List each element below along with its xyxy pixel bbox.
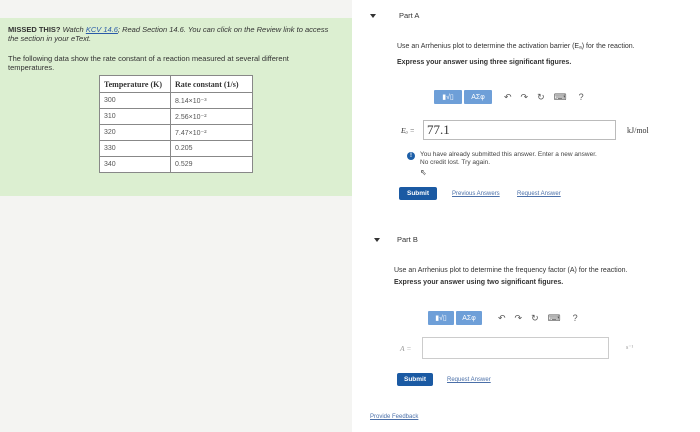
a-unit: s⁻¹ [626,345,634,351]
a-label: A = [400,343,412,353]
missed-this-box: MISSED THIS? Watch KCV 14.6; Read Sectio… [0,18,352,196]
undo-icon[interactable]: ↶ [504,92,512,103]
cell-rate: 0.529 [170,156,253,173]
cell-temperature: 320 [99,124,171,141]
part-b-label: Part B [397,235,418,244]
missed-this-text: MISSED THIS? Watch KCV 14.6; Read Sectio… [8,25,338,43]
a-answer-input[interactable] [422,337,609,359]
cell-temperature: 310 [99,108,171,125]
left-panel: MISSED THIS? Watch KCV 14.6; Read Sectio… [0,0,352,432]
table-row: 330 0.205 [99,140,253,157]
symbols-button[interactable]: ΑΣφ [464,90,492,104]
keyboard-icon[interactable]: ⌨ [548,313,561,324]
table-row: 320 7.47×10⁻² [99,124,253,141]
cell-temperature: 330 [99,140,171,157]
part-a-submit-button[interactable]: Submit [399,187,437,200]
table-row: 310 2.56×10⁻² [99,108,253,125]
cell-rate: 0.205 [170,140,253,157]
data-table: Temperature (K) Rate constant (1/s) 300 8… [99,75,253,173]
part-b-submit-button[interactable]: Submit [397,373,433,386]
templates-button[interactable]: ▮√▯ [434,90,462,104]
symbols-button[interactable]: ΑΣφ [456,311,482,325]
part-a-answer-row: Eₐ = 77.1 [401,120,616,140]
part-b-answer-row: A = [400,337,609,359]
part-a-toolbar: ▮√▯ ΑΣφ ↶ ↷ ↻ ⌨ ? [434,90,584,104]
part-a-instruction: Express your answer using three signific… [397,59,572,66]
part-b-request-answer-link[interactable]: Request Answer [447,377,491,383]
mouse-cursor-icon: ⇖ [420,168,427,177]
ea-label: Eₐ = [401,125,415,135]
reset-icon[interactable]: ↻ [537,92,545,103]
part-a-collapse-icon[interactable] [370,14,376,18]
table-row: 340 0.529 [99,156,253,173]
warning-line-1: You have already submitted this answer. … [420,151,597,158]
part-b-toolbar: ▮√▯ ΑΣφ ↶ ↷ ↻ ⌨ ? [428,311,578,325]
part-b-collapse-icon[interactable] [374,238,380,242]
submission-warning: ! You have already submitted this answer… [407,151,597,167]
previous-answers-link[interactable]: Previous Answers [452,191,500,197]
keyboard-icon[interactable]: ⌨ [554,92,567,103]
part-a-request-answer-link[interactable]: Request Answer [517,191,561,197]
watch-text: Watch [60,25,86,34]
ea-unit: kJ/mol [627,126,649,135]
part-a-label: Part A [399,11,420,20]
ea-answer-input[interactable]: 77.1 [423,120,616,140]
cell-rate: 7.47×10⁻² [170,124,253,141]
reset-icon[interactable]: ↻ [531,313,539,324]
part-b-question: Use an Arrhenius plot to determine the f… [394,267,628,274]
warning-line-2: No credit lost. Try again. [420,159,491,166]
cell-temperature: 340 [99,156,171,173]
intro-text: The following data show the rate constan… [8,54,289,72]
info-icon: ! [407,152,415,160]
table-row: 300 8.14×10⁻³ [99,92,253,109]
header-temperature: Temperature (K) [99,75,171,93]
redo-icon[interactable]: ↷ [521,92,529,103]
cell-rate: 8.14×10⁻³ [170,92,253,109]
help-icon[interactable]: ? [579,92,584,102]
right-panel: Part A Use an Arrhenius plot to determin… [352,0,700,432]
redo-icon[interactable]: ↷ [515,313,523,324]
provide-feedback-link[interactable]: Provide Feedback [370,414,418,420]
missed-this-heading: MISSED THIS? [8,25,61,34]
help-icon[interactable]: ? [573,313,578,323]
templates-button[interactable]: ▮√▯ [428,311,454,325]
table-header-row: Temperature (K) Rate constant (1/s) [99,75,253,93]
cell-rate: 2.56×10⁻² [170,108,253,125]
part-b-instruction: Express your answer using two significan… [394,279,564,286]
part-a-question: Use an Arrhenius plot to determine the a… [397,43,635,50]
cell-temperature: 300 [99,92,171,109]
kcv-link[interactable]: KCV 14.6 [86,25,118,34]
header-rate-constant: Rate constant (1/s) [170,75,253,93]
undo-icon[interactable]: ↶ [498,313,506,324]
